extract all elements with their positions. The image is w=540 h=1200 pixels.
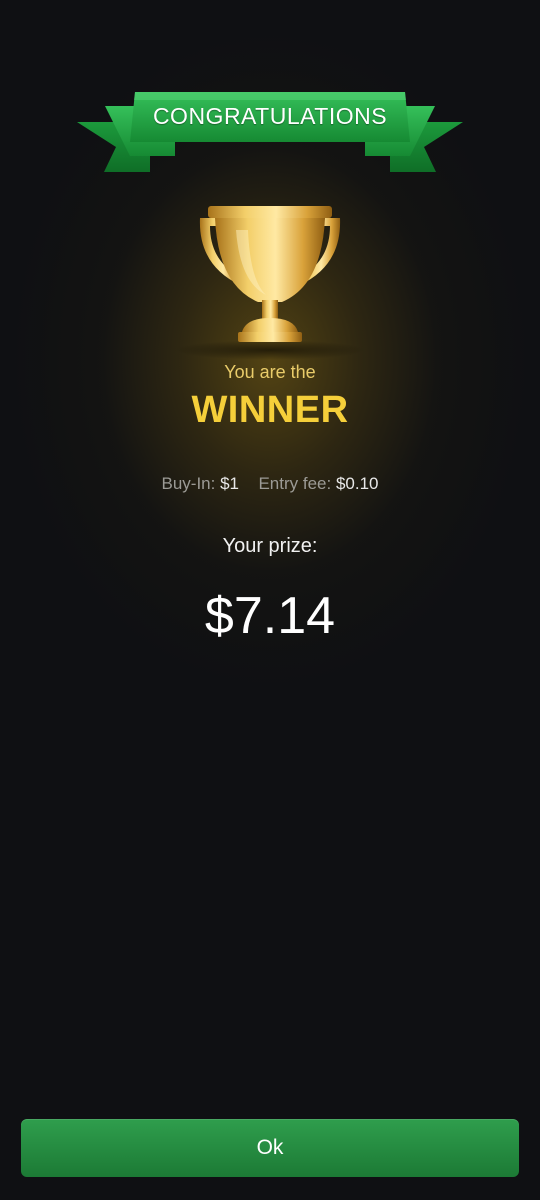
buy-in-value: $1 [220,474,239,493]
winner-subtitle: You are the [224,362,316,382]
entry-fee-label: Entry fee: [258,474,332,493]
trophy-icon [170,190,370,365]
fee-summary: Buy-In: $1 Entry fee: $0.10 [0,472,540,496]
ok-button[interactable]: Ok [21,1119,519,1177]
ribbon-banner: CONGRATULATIONS [0,86,540,186]
congratulations-title: CONGRATULATIONS [152,103,388,129]
winner-headline: WINNER [191,389,349,431]
prize-amount: $7.14 [204,587,336,645]
prize-label: Your prize: [222,535,318,557]
buy-in-label: Buy-In: [161,474,216,493]
winner-screen: CONGRATULATIONS You are the WINNER Buy-I… [0,0,540,1200]
entry-fee-value: $0.10 [335,474,379,493]
